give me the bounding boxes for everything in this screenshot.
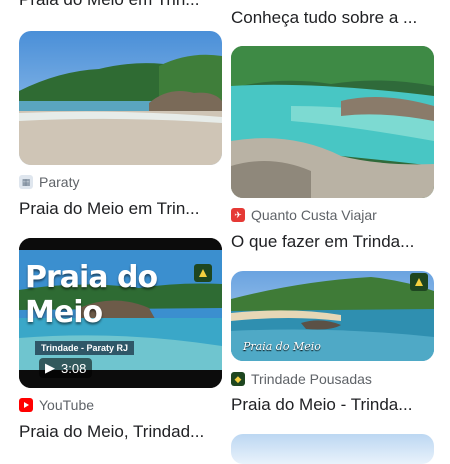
source-name: YouTube xyxy=(39,397,95,413)
leaf-favicon-icon: ◆ xyxy=(231,372,245,386)
play-icon: ▶ xyxy=(45,360,55,375)
result-source: ✈ Quanto Custa Viajar xyxy=(231,207,377,223)
photo-watermark: Praia do Meio xyxy=(243,340,321,353)
image-result-card[interactable]: Praia do Meio ◆ Trindade Pousadas Praia … xyxy=(231,271,434,414)
result-title-partial[interactable]: Conheça tudo sobre a ... xyxy=(231,8,441,28)
result-source: ▦ Paraty xyxy=(19,174,79,190)
video-caption: Trindade - Paraty RJ xyxy=(35,341,135,355)
result-source: YouTube xyxy=(19,397,94,413)
plane-favicon-icon: ✈ xyxy=(231,208,245,222)
result-title-partial[interactable]: Praia do Meio em Trin... xyxy=(19,0,229,10)
results-column-right: Conheça tudo sobre a ... ✈ Quanto Custa … xyxy=(231,0,434,464)
source-name: Trindade Pousadas xyxy=(251,371,372,387)
video-result-card[interactable]: Praia do Meio Trindade - Paraty RJ ▶ 3:0… xyxy=(19,238,222,441)
image-result-card[interactable]: ✈ Quanto Custa Viajar O que fazer em Tri… xyxy=(231,46,434,251)
youtube-play-icon xyxy=(19,398,33,412)
results-column-left: Praia do Meio em Trin... ▦ Paraty xyxy=(19,0,222,450)
video-headline: Praia do Meio xyxy=(25,260,158,330)
result-source: ◆ Trindade Pousadas xyxy=(231,371,372,387)
result-thumbnail-partial[interactable] xyxy=(231,434,434,464)
video-duration-badge: ▶ 3:08 xyxy=(39,358,93,378)
lagoon-photo xyxy=(231,46,434,198)
channel-logo-icon xyxy=(194,264,212,282)
source-name: Paraty xyxy=(39,174,80,190)
result-thumbnail[interactable] xyxy=(231,46,434,198)
result-thumbnail[interactable]: Praia do Meio xyxy=(231,271,434,361)
image-result-card[interactable]: ▦ Paraty Praia do Meio em Trin... xyxy=(19,31,222,218)
video-duration: 3:08 xyxy=(61,360,87,376)
result-title[interactable]: O que fazer em Trinda... xyxy=(231,232,441,252)
result-title[interactable]: Praia do Meio, Trindad... xyxy=(19,422,229,442)
video-thumbnail[interactable]: Praia do Meio Trindade - Paraty RJ ▶ 3:0… xyxy=(19,238,222,388)
city-favicon-icon: ▦ xyxy=(19,175,33,189)
result-thumbnail[interactable] xyxy=(19,31,222,165)
source-name: Quanto Custa Viajar xyxy=(251,207,377,223)
result-title[interactable]: Praia do Meio em Trin... xyxy=(19,199,229,219)
result-title[interactable]: Praia do Meio - Trinda... xyxy=(231,395,441,415)
site-logo-icon xyxy=(410,273,428,291)
beach-photo xyxy=(19,31,222,165)
